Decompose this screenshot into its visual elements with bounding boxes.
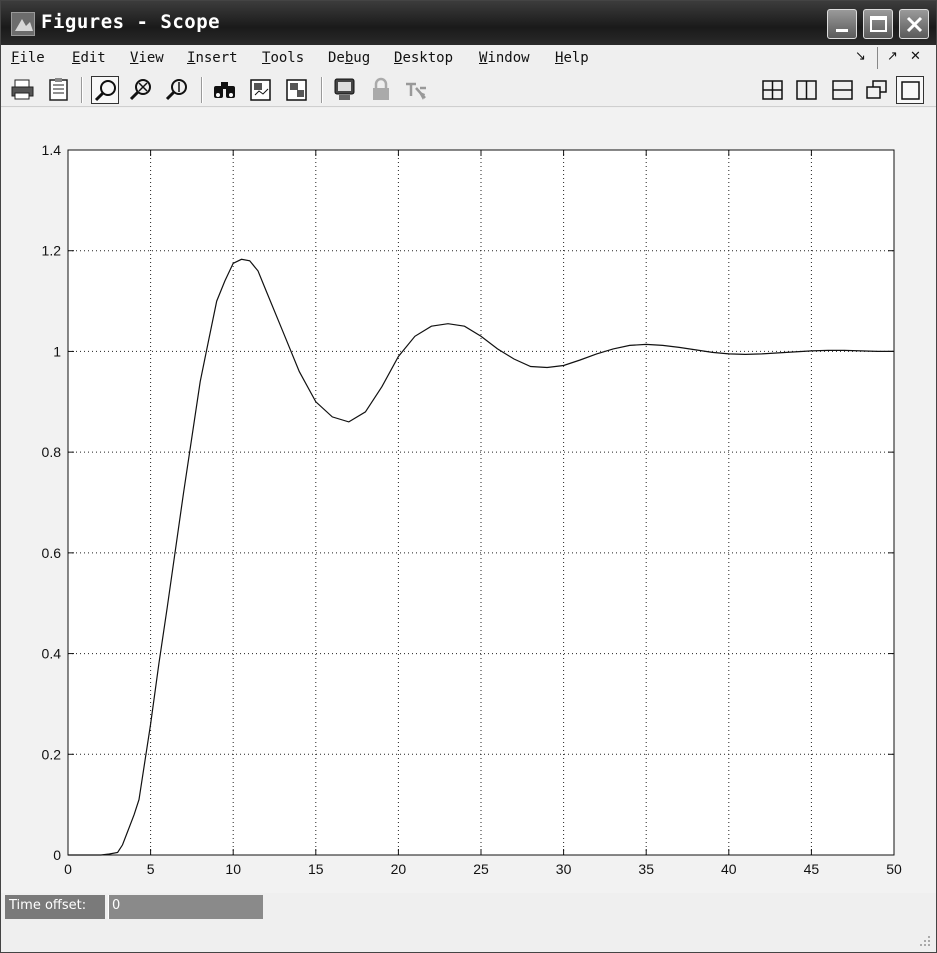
resize-grip-icon[interactable] <box>918 934 932 948</box>
x-tick-label: 35 <box>638 861 654 877</box>
y-tick-label: 1 <box>53 343 61 359</box>
time-offset-label: Time offset: <box>5 895 105 919</box>
y-tick-label: 0.6 <box>42 545 62 561</box>
x-tick-label: 0 <box>64 861 72 877</box>
y-tick-label: 0 <box>53 847 61 863</box>
scope-window: Figures - Scope File Edit View Insert To… <box>0 0 937 953</box>
time-offset-value: 0 <box>108 895 263 919</box>
y-tick-label: 0.8 <box>42 444 62 460</box>
y-tick-label: 0.2 <box>42 746 62 762</box>
x-tick-label: 45 <box>804 861 820 877</box>
x-tick-label: 50 <box>886 861 902 877</box>
x-tick-label: 10 <box>225 861 241 877</box>
y-tick-label: 0.4 <box>42 646 62 662</box>
scope-plot[interactable]: 0 5 10 15 20 25 30 35 40 45 50 0 0.2 0.4 0.6 0.8 1 1.2 1.4 <box>1 1 936 894</box>
x-tick-label: 30 <box>556 861 572 877</box>
y-tick-label: 1.4 <box>42 142 62 158</box>
x-tick-label: 40 <box>721 861 737 877</box>
x-tick-label: 20 <box>391 861 407 877</box>
y-tick-label: 1.2 <box>42 243 62 259</box>
x-tick-label: 15 <box>308 861 324 877</box>
x-tick-label: 25 <box>473 861 489 877</box>
x-tick-label: 5 <box>147 861 155 877</box>
